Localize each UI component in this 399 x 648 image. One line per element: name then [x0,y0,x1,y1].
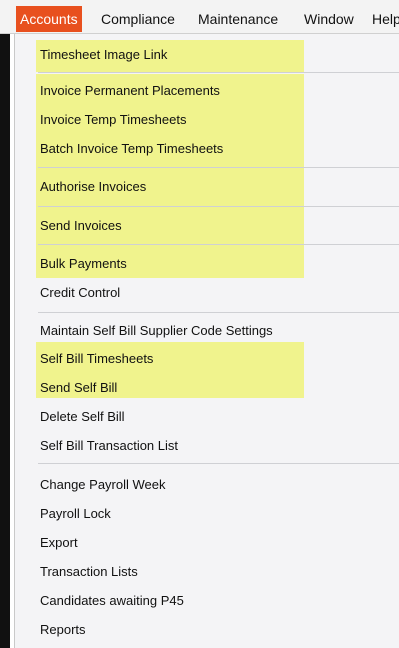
menu-item-self-bill-timesheets[interactable]: Self Bill Timesheets [40,350,153,368]
menu-item-invoice-temp-timesheets[interactable]: Invoice Temp Timesheets [40,111,186,129]
menu-item-send-invoices[interactable]: Send Invoices [40,217,122,235]
menu-item-self-bill-transaction-list[interactable]: Self Bill Transaction List [40,437,178,455]
menu-compliance[interactable]: Compliance [101,8,175,30]
menu-accounts[interactable]: Accounts [16,6,82,32]
menu-separator [38,167,399,168]
menu-item-timesheet-image-link[interactable]: Timesheet Image Link [40,46,167,64]
menu-item-reports[interactable]: Reports [40,621,86,639]
menu-item-payroll-lock[interactable]: Payroll Lock [40,505,111,523]
menu-item-delete-self-bill[interactable]: Delete Self Bill [40,408,125,426]
menu-item-authorise-invoices[interactable]: Authorise Invoices [40,178,146,196]
menu-item-candidates-awaiting-p45[interactable]: Candidates awaiting P45 [40,592,184,610]
highlight-invoice-group [36,74,304,278]
menu-item-bulk-payments[interactable]: Bulk Payments [40,255,127,273]
menu-window[interactable]: Window [304,8,354,30]
menu-item-invoice-permanent-placements[interactable]: Invoice Permanent Placements [40,82,220,100]
menu-item-send-self-bill[interactable]: Send Self Bill [40,379,117,397]
menu-separator [38,206,399,207]
menu-item-maintain-self-bill-supplier-code-settings[interactable]: Maintain Self Bill Supplier Code Setting… [40,322,273,340]
menu-help[interactable]: Help [372,8,399,30]
menu-item-batch-invoice-temp-timesheets[interactable]: Batch Invoice Temp Timesheets [40,140,223,158]
menu-item-export[interactable]: Export [40,534,78,552]
menu-separator [38,244,399,245]
menu-bar: Accounts Compliance Maintenance Window H… [0,0,399,34]
menu-maintenance[interactable]: Maintenance [198,8,278,30]
menu-separator [38,72,399,73]
menu-separator [38,312,399,313]
window-left-edge [0,34,10,648]
menu-separator [38,463,399,464]
menu-item-credit-control[interactable]: Credit Control [40,284,120,302]
menu-item-transaction-lists[interactable]: Transaction Lists [40,563,138,581]
menu-item-change-payroll-week[interactable]: Change Payroll Week [40,476,166,494]
